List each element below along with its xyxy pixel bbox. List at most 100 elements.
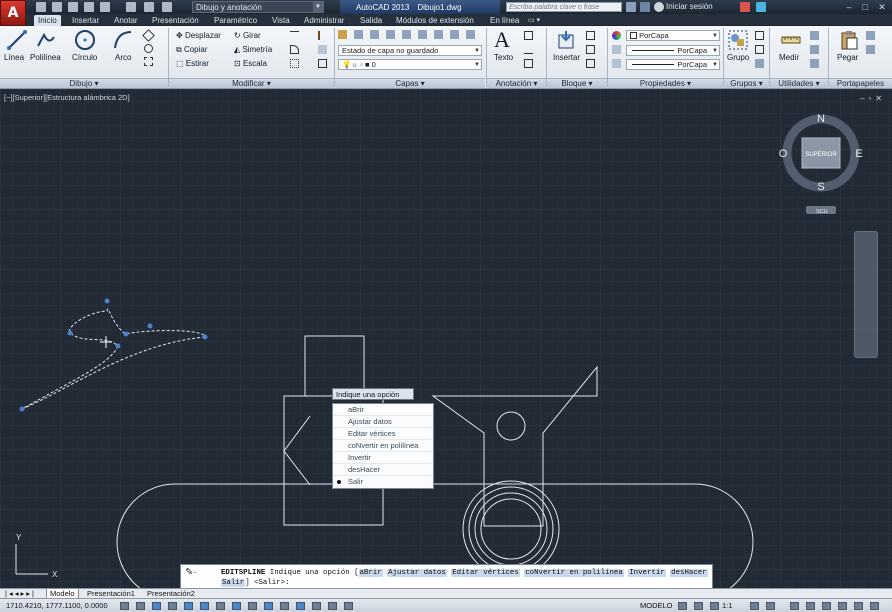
cmd-option-ajustar-datos[interactable]: Ajustar datos — [387, 569, 447, 577]
workspace-switching-icon[interactable] — [790, 602, 799, 610]
viewport-window-controls[interactable]: –▫✕ — [860, 94, 886, 103]
cut-icon[interactable] — [866, 31, 875, 40]
dynamic-ucs-icon[interactable] — [248, 602, 257, 610]
leader-icon[interactable] — [524, 45, 533, 54]
status-menu-icon[interactable] — [854, 602, 863, 610]
polygon-icon[interactable] — [142, 29, 155, 42]
infocenter-icon[interactable] — [640, 2, 650, 12]
text-button[interactable]: Texto — [494, 53, 513, 62]
menu-item-abrir[interactable]: aBrir — [333, 404, 433, 416]
tab-administrar[interactable]: Administrar — [300, 15, 348, 26]
insert-button[interactable]: Insertar — [553, 53, 580, 62]
ribbon-options-icon[interactable]: ▭ ▾ — [524, 15, 544, 26]
menu-item-convertir-polilinea[interactable]: coNvertir en polilínea — [333, 440, 433, 452]
model-space-toggle[interactable]: MODELO — [640, 601, 673, 610]
quick-select-icon[interactable] — [810, 31, 819, 40]
save-icon[interactable] — [68, 2, 78, 12]
redo-icon[interactable] — [162, 2, 172, 12]
open-icon[interactable] — [52, 2, 62, 12]
copy-clip-icon[interactable] — [866, 45, 875, 54]
ortho-mode-icon[interactable] — [168, 602, 177, 610]
match-properties-icon[interactable] — [612, 31, 621, 40]
ungroup-icon[interactable] — [755, 31, 764, 40]
hardware-acceleration-icon[interactable] — [822, 602, 831, 610]
edit-attributes-icon[interactable] — [586, 59, 595, 68]
tab-en-linea[interactable]: En línea — [486, 15, 523, 26]
cmd-option-salir[interactable]: Salir — [221, 579, 246, 587]
cmd-option-convertir[interactable]: coNvertir en polilínea — [524, 569, 624, 577]
panel-annotation-title[interactable]: Anotación ▾ — [487, 78, 546, 88]
tab-presentacion[interactable]: Presentación — [148, 15, 203, 26]
exchange-icon[interactable] — [740, 2, 750, 12]
minimize-icon[interactable]: – — [842, 1, 856, 13]
menu-item-ajustar-datos[interactable]: Ajustar datos — [333, 416, 433, 428]
group-button[interactable]: Grupo — [727, 53, 749, 62]
quick-view-layouts-icon[interactable] — [678, 602, 687, 610]
layer-properties-icon[interactable] — [338, 30, 347, 39]
layer-icon[interactable] — [466, 30, 475, 39]
layer-icon[interactable] — [370, 30, 379, 39]
arc-icon[interactable] — [112, 29, 134, 51]
stretch-button[interactable]: ⬚ Estirar — [176, 59, 209, 68]
viewport-controls-label[interactable]: [−][Superior][Estructura alámbrica 2D] — [4, 93, 130, 102]
linetype-select[interactable]: PorCapa ▼ — [626, 45, 720, 56]
erase-icon[interactable] — [318, 31, 327, 40]
workspace-select[interactable]: Dibujo y anotación ▼ — [192, 1, 324, 13]
new-icon[interactable] — [36, 2, 46, 12]
compass-south[interactable]: S — [817, 181, 824, 193]
table-icon[interactable] — [524, 59, 533, 68]
panel-modify-title[interactable]: Modificar ▾ — [169, 78, 334, 88]
infer-constraints-icon[interactable] — [120, 602, 129, 610]
search-icon[interactable] — [626, 2, 636, 12]
tab-salida[interactable]: Salida — [356, 15, 386, 26]
lock-icon[interactable] — [806, 602, 815, 610]
tab-insertar[interactable]: Insertar — [68, 15, 103, 26]
object-snap-tracking-icon[interactable] — [232, 602, 241, 610]
dynamic-input-icon[interactable] — [264, 602, 273, 610]
snap-mode-icon[interactable] — [136, 602, 145, 610]
tab-parametrico[interactable]: Paramétrico — [210, 15, 261, 26]
group-edit-icon[interactable] — [755, 45, 764, 54]
drawing-canvas[interactable]: Y X SUPERIOR N S E O SCU — [0, 89, 892, 588]
panel-draw-title[interactable]: Dibujo ▾ — [0, 78, 168, 88]
application-menu-button[interactable]: A — [0, 0, 26, 26]
close-icon[interactable]: ✕ — [875, 1, 889, 13]
annotation-visibility-icon[interactable] — [750, 602, 759, 610]
ellipse-icon[interactable] — [144, 44, 153, 53]
menu-item-invertir[interactable]: Invertir — [333, 452, 433, 464]
scale-button[interactable]: ⊡ Escala — [234, 59, 267, 68]
navigation-bar[interactable] — [854, 231, 878, 358]
cmd-option-deshacer[interactable]: desHacer — [670, 569, 708, 577]
web-mobile-icon[interactable] — [100, 2, 110, 12]
lineweight-toggle-icon[interactable] — [280, 602, 289, 610]
grid-display-icon[interactable] — [152, 602, 161, 610]
search-input[interactable]: Escriba palabra clave o frase — [506, 2, 622, 12]
polyline-icon[interactable] — [35, 29, 57, 51]
layer-icon[interactable] — [418, 30, 427, 39]
text-icon[interactable]: A — [494, 27, 510, 53]
explode-icon[interactable] — [318, 45, 327, 54]
tab-anotar[interactable]: Anotar — [110, 15, 142, 26]
sign-in-link[interactable]: Iniciar sesión — [666, 2, 713, 11]
group-icon[interactable] — [727, 29, 749, 51]
trim-icon[interactable] — [290, 31, 299, 40]
rotate-button[interactable]: ↻ Girar — [234, 31, 261, 40]
undo-icon[interactable] — [144, 2, 154, 12]
array-icon[interactable] — [290, 59, 299, 68]
annotation-monitor-icon[interactable] — [344, 602, 353, 610]
panel-utilities-title[interactable]: Utilidades ▾ — [770, 78, 828, 88]
point-style-icon[interactable] — [810, 45, 819, 54]
help-icon[interactable] — [756, 2, 766, 12]
3d-object-snap-icon[interactable] — [216, 602, 225, 610]
isolate-objects-icon[interactable] — [838, 602, 847, 610]
clean-screen-icon[interactable] — [870, 602, 879, 610]
paste-icon[interactable] — [838, 29, 860, 51]
viewcube-face[interactable]: SUPERIOR — [805, 152, 837, 158]
insert-block-icon[interactable] — [556, 29, 578, 51]
calculator-icon[interactable] — [810, 59, 819, 68]
line-icon[interactable] — [6, 29, 28, 51]
cmd-option-abrir[interactable]: aBrir — [358, 569, 383, 577]
object-snap-icon[interactable] — [200, 602, 209, 610]
menu-item-deshacer[interactable]: desHacer — [333, 464, 433, 476]
polyline-button[interactable]: Polilínea — [30, 53, 61, 62]
